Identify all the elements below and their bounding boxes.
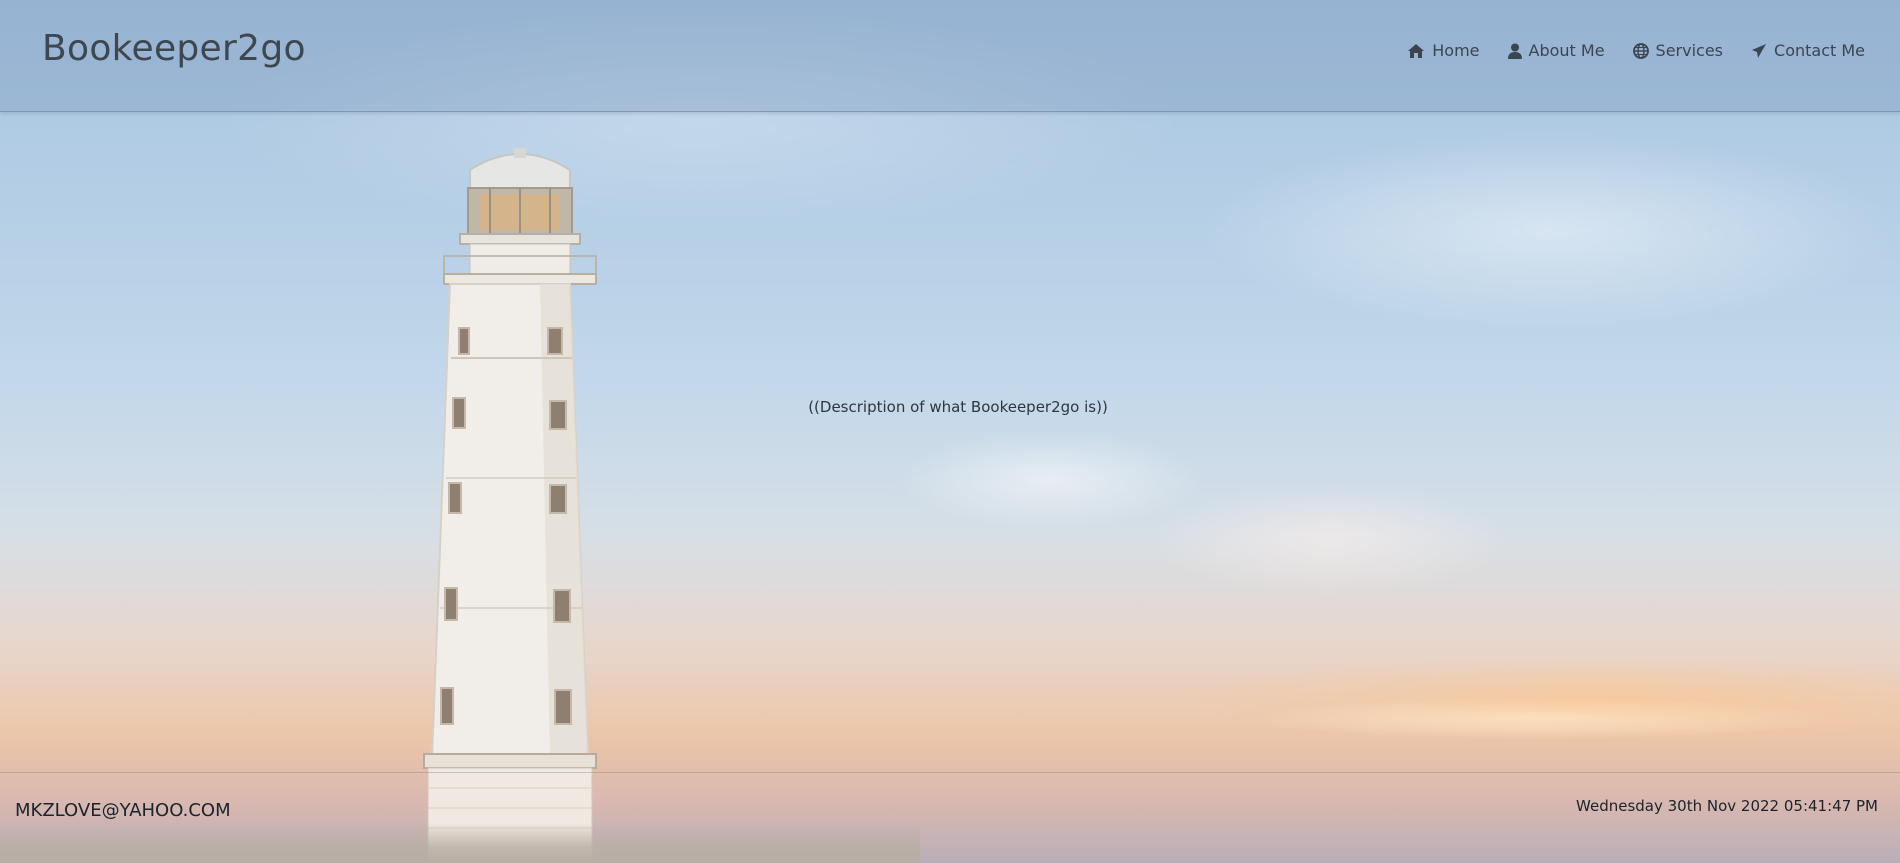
nav-home[interactable]: Home: [1407, 41, 1480, 60]
globe-icon: [1632, 42, 1649, 59]
sky-background: [0, 0, 1900, 863]
footer-divider: [0, 772, 1900, 773]
nav-home-label: Home: [1432, 41, 1480, 60]
page: Bookeeper2go Home About Me Services Cont…: [0, 0, 1900, 863]
main-nav: Home About Me Services Contact Me: [1407, 41, 1865, 60]
footer-email[interactable]: MKZLOVE@YAHOO.COM: [15, 800, 231, 821]
site-description: ((Description of what Bookeeper2go is)): [0, 398, 1900, 416]
lighthouse-image: [423, 148, 597, 863]
description-text: ((Description of what Bookeeper2go is)): [808, 398, 1108, 416]
home-icon: [1408, 43, 1425, 58]
site-header: Bookeeper2go Home About Me Services Cont…: [0, 0, 1900, 112]
nav-about-label: About Me: [1528, 41, 1605, 60]
nav-contact-label: Contact Me: [1774, 41, 1865, 60]
nav-contact[interactable]: Contact Me: [1751, 41, 1865, 60]
paper-plane-icon: [1752, 43, 1767, 58]
footer-datetime: Wednesday 30th Nov 2022 05:41:47 PM: [1576, 797, 1878, 815]
ground: [0, 823, 920, 863]
nav-about[interactable]: About Me: [1507, 41, 1605, 60]
user-icon: [1507, 43, 1522, 59]
nav-services-label: Services: [1655, 41, 1724, 60]
brand-logo-text[interactable]: Bookeeper2go: [42, 28, 306, 69]
nav-services[interactable]: Services: [1632, 41, 1724, 60]
